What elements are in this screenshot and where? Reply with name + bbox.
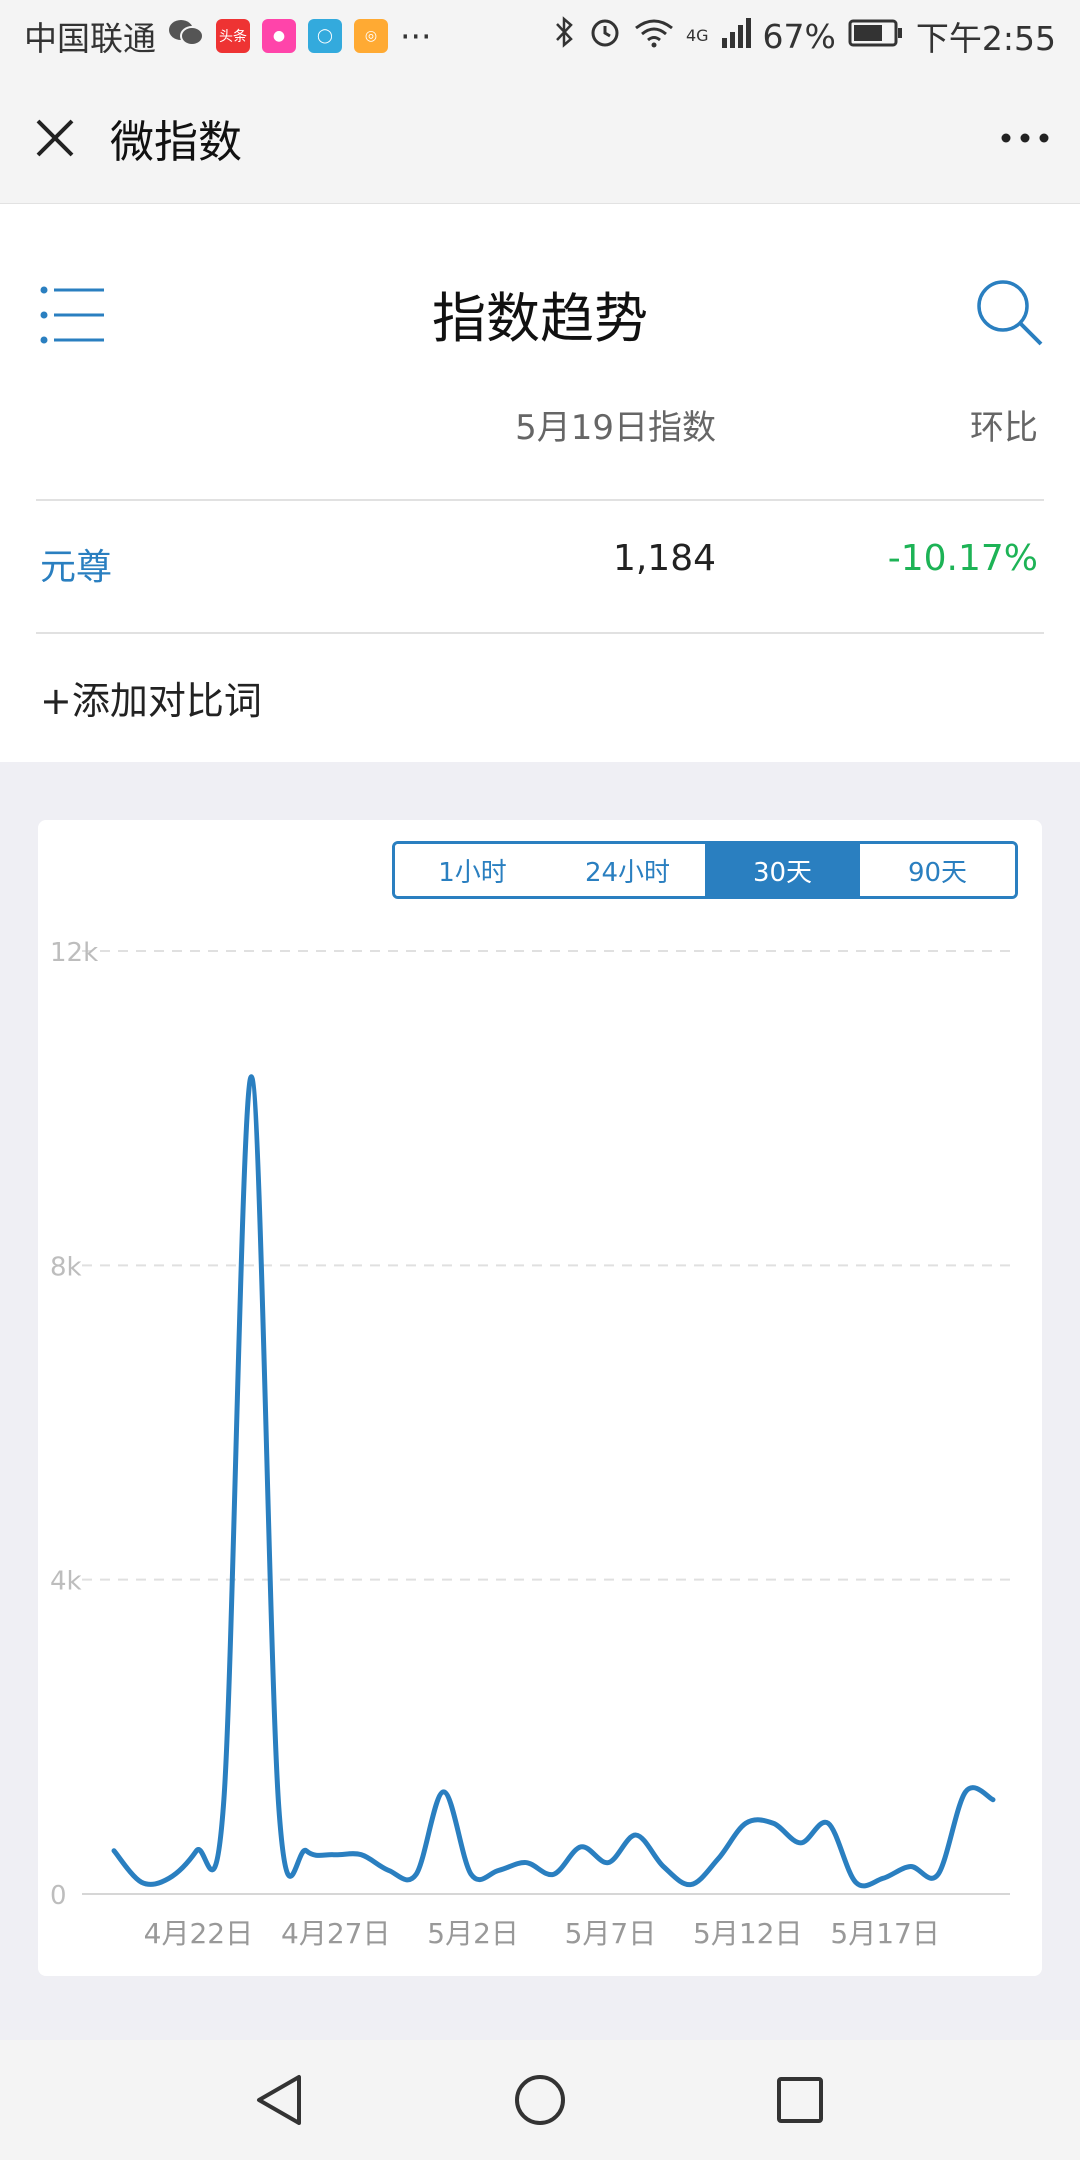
keyword-link[interactable]: 元尊 [40,538,112,590]
y-tick-label: 4k [50,1567,82,1597]
column-header-ratio: 环比 [970,408,1038,448]
x-tick-label: 5月2日 [427,1917,519,1950]
wifi-icon [634,17,674,56]
x-tick-label: 5月17日 [830,1917,939,1950]
x-tick-label: 4月22日 [144,1917,253,1950]
nav-back-button[interactable] [235,2055,325,2145]
nav-home-button[interactable] [495,2055,585,2145]
more-notifications-icon: ··· [400,16,432,56]
trend-chart-card: 0 4k 8k 12k 4月22日 4月27日 5月2日 5月7日 5月12日 5月17日 1小时… [38,820,1042,1976]
page-title: 指数趋势 [432,287,648,350]
news-app-label: 头条 [219,29,247,45]
y-tick-label: 0 [50,1881,67,1911]
status-bar: 中国联通 头条 ● ◯ ◎ ··· 4G 67% 下午2:55 [0,0,1080,72]
time-range-tabs: 1小时 24小时 30天 90天 [392,841,1018,899]
carrier-label: 中国联通 [24,19,156,58]
bluetooth-icon [554,15,576,57]
tab-1-hour[interactable]: 1小时 [395,844,550,896]
add-compare-word-button[interactable]: +添加对比词 [40,670,262,725]
keyword-ratio-value: -10.17% [887,538,1038,579]
y-tick-label: 8k [50,1252,82,1282]
divider [36,499,1044,501]
keyword-index-value: 1,184 [612,538,716,579]
tab-30-days[interactable]: 30天 [705,844,860,896]
tab-90-days[interactable]: 90天 [860,844,1015,896]
battery-icon [848,17,904,56]
network-type-label: 4G [685,26,709,45]
search-icon [977,280,1043,346]
trend-line-chart: 0 4k 8k 12k 4月22日 4月27日 5月2日 5月7日 5月12日 5月17日 [50,938,1010,1950]
status-left: 中国联通 头条 ● ◯ ◎ ··· [24,12,431,60]
clock-time: 下午2:55 [915,19,1056,58]
wechat-icon [168,17,204,56]
x-tick-label: 4月27日 [281,1917,390,1950]
nav-recents-button[interactable] [755,2055,845,2145]
back-triangle-icon [257,2075,301,2125]
y-tick-label: 12k [50,938,98,968]
x-tick-label: 5月7日 [565,1917,657,1950]
close-icon [36,119,74,156]
divider [36,632,1044,634]
close-button[interactable] [0,72,110,204]
browser-app-icon: ◯ [308,19,342,53]
x-tick-label: 5月12日 [693,1917,802,1950]
signal-icon [721,17,751,56]
recents-square-icon [777,2077,823,2123]
window-title: 微指数 [110,116,242,168]
tab-24-hours[interactable]: 24小时 [550,844,705,896]
battery-percent: 67% [762,16,836,56]
home-circle-icon [515,2075,565,2125]
map-app-icon: ● [262,19,296,53]
index-summary-card: 指数趋势 5月19日指数 环比 元尊 1,184 -10.17% +添加对比词 [0,204,1080,762]
more-options-button[interactable] [970,72,1080,204]
title-bar: 微指数 [0,72,1080,204]
search-button[interactable] [975,278,1045,348]
status-right: 4G 67% 下午2:55 [554,12,1056,60]
alarm-icon [588,15,622,57]
more-dots-icon [1001,133,1049,142]
column-header-date-index: 5月19日指数 [515,408,716,448]
system-nav-bar [0,2040,1080,2160]
camera-app-icon: ◎ [354,19,388,53]
news-app-icon: 头条 [216,19,250,53]
series-line [111,1074,996,1889]
